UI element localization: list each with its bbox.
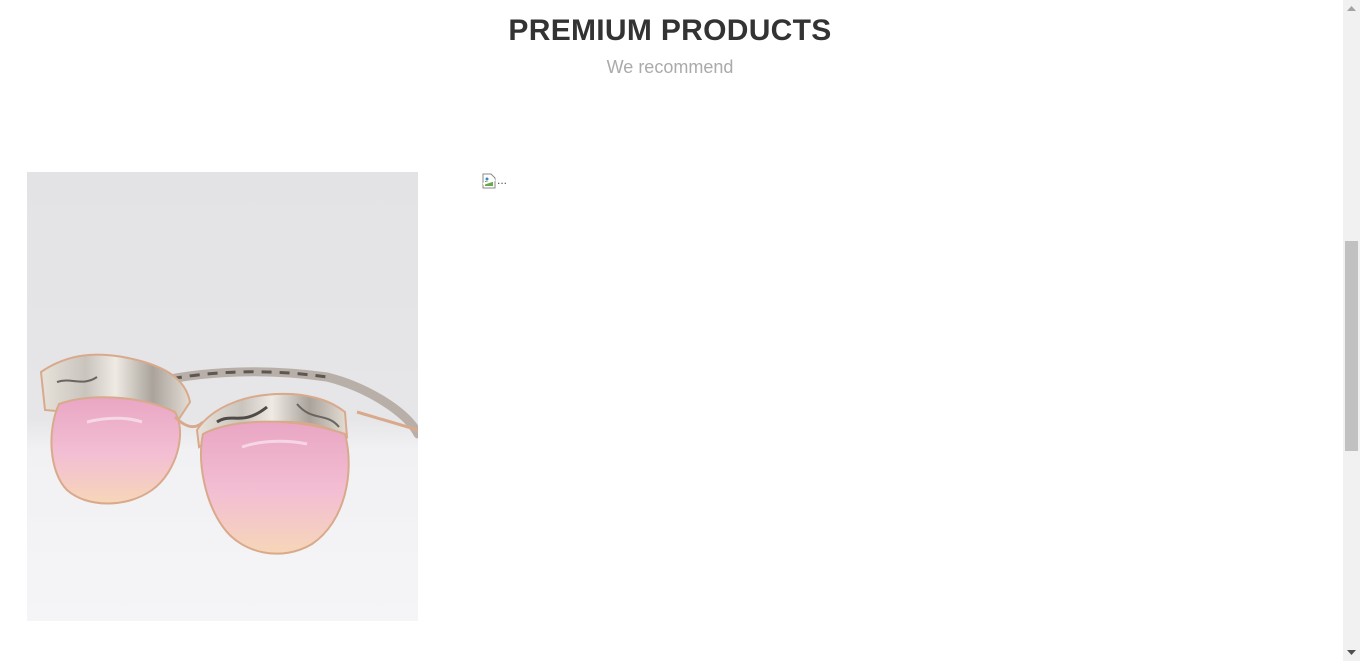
section-title: PREMIUM PRODUCTS	[508, 14, 832, 47]
scroll-down-arrow-icon[interactable]	[1343, 644, 1360, 661]
sunglasses-image	[39, 353, 418, 555]
product-image-broken[interactable]: ...	[482, 173, 507, 193]
scroll-up-arrow-icon[interactable]	[1343, 0, 1360, 17]
vertical-scrollbar[interactable]	[1343, 0, 1360, 661]
broken-image-icon	[482, 173, 496, 189]
broken-image-alt-text: ...	[497, 173, 508, 187]
scrollbar-thumb[interactable]	[1345, 241, 1358, 451]
main-content: PREMIUM PRODUCTS We recommend ...	[0, 0, 1343, 661]
product-image-sunglasses[interactable]	[27, 172, 418, 621]
page: PREMIUM PRODUCTS We recommend ...	[0, 0, 1360, 661]
section-subtitle: We recommend	[606, 57, 734, 77]
